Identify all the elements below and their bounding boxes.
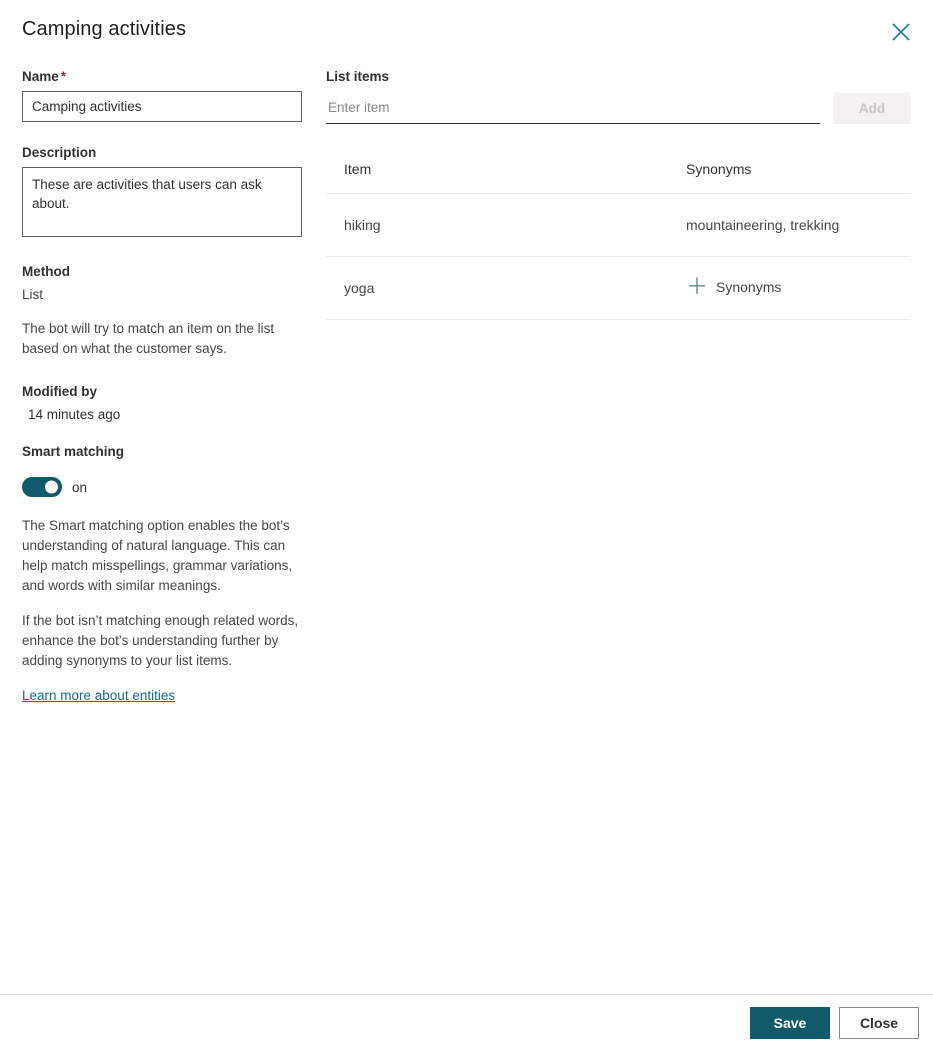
cell-synonyms: mountaineering, trekking — [686, 217, 840, 233]
name-input[interactable] — [22, 91, 302, 122]
panel-header: Camping activities — [0, 0, 933, 60]
name-label-text: Name — [22, 69, 59, 84]
learn-more-link[interactable]: Learn more about entities — [22, 688, 175, 703]
list-items-label: List items — [326, 69, 390, 84]
column-header-item: Item — [344, 161, 372, 177]
method-help-text: The bot will try to match an item on the… — [22, 321, 275, 356]
list-items-pane: List items Add Item Synonyms hiking moun… — [326, 68, 911, 320]
add-synonyms-label: Synonyms — [716, 279, 782, 295]
required-asterisk: * — [60, 69, 67, 84]
smart-matching-toggle-row: on — [22, 477, 304, 497]
cell-item: yoga — [344, 280, 375, 296]
details-pane: Name* Description Method List The bot wi… — [22, 68, 304, 705]
smart-matching-paragraph-1: The Smart matching option enables the bo… — [22, 518, 293, 593]
description-label: Description — [22, 145, 97, 160]
name-label: Name * — [22, 68, 304, 85]
smart-matching-label: Smart matching — [22, 444, 125, 459]
add-synonyms-button[interactable]: ＋ Synonyms — [686, 274, 782, 299]
toggle-state-label: on — [72, 479, 88, 495]
list-item-input[interactable] — [326, 93, 820, 124]
table-row[interactable]: yoga ＋ Synonyms — [326, 257, 911, 320]
panel-footer: Save Close — [0, 994, 933, 1052]
modified-by-label: Modified by — [22, 384, 97, 399]
add-item-button[interactable]: Add — [832, 93, 911, 124]
page-title: Camping activities — [22, 18, 187, 40]
save-button[interactable]: Save — [750, 1007, 830, 1039]
list-items-table: Item Synonyms hiking mountaineering, tre… — [326, 157, 911, 320]
add-item-row: Add — [326, 93, 911, 124]
smart-matching-paragraph-2: If the bot isn’t matching enough related… — [22, 613, 299, 668]
toggle-knob — [45, 480, 58, 494]
description-textarea[interactable] — [22, 167, 302, 237]
table-header-row: Item Synonyms — [326, 157, 911, 194]
method-label: Method — [22, 264, 70, 279]
plus-icon: ＋ — [686, 274, 709, 299]
cell-synonyms: ＋ Synonyms — [686, 274, 911, 299]
close-button-footer[interactable]: Close — [839, 1007, 919, 1039]
close-icon — [890, 21, 912, 43]
smart-matching-toggle[interactable] — [22, 477, 62, 497]
cell-item: hiking — [344, 217, 381, 233]
close-button[interactable] — [883, 14, 919, 50]
method-value: List — [22, 287, 44, 302]
column-header-synonyms: Synonyms — [686, 161, 752, 177]
footer-actions: Save Close — [750, 1007, 919, 1039]
modified-by-value: 14 minutes ago — [28, 407, 121, 422]
table-row[interactable]: hiking mountaineering, trekking — [326, 194, 911, 257]
